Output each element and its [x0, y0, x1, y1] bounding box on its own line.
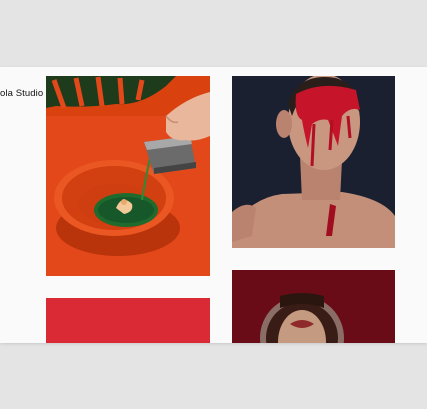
gallery-item-portrait-photo[interactable] [232, 76, 395, 248]
red-solid-photo [46, 298, 210, 343]
portfolio-page: ola Studio [0, 67, 427, 343]
green-soup-plating-photo [46, 76, 210, 276]
gallery-item-red-photo[interactable] [46, 298, 210, 343]
studio-logo-text[interactable]: ola Studio [0, 88, 43, 99]
red-paint-face-portrait-photo [232, 76, 395, 248]
gallery-item-food-photo[interactable] [46, 76, 210, 276]
round-mirror-lips-photo [232, 270, 395, 343]
gallery-item-mirror-photo[interactable] [232, 270, 395, 343]
